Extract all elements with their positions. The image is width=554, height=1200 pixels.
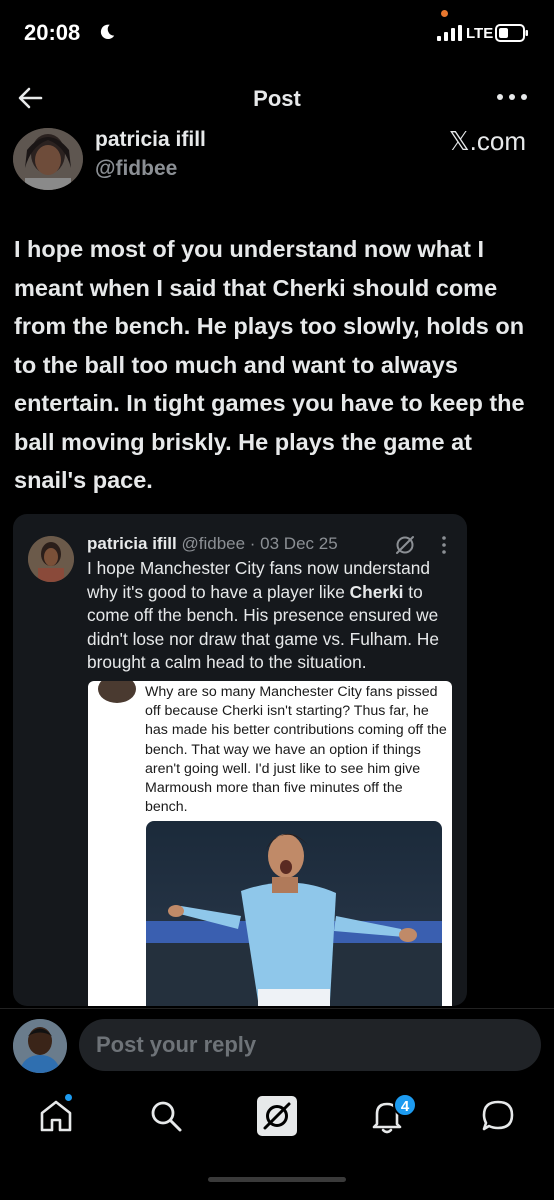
page-title: Post: [253, 86, 301, 111]
home-indicator[interactable]: [208, 1177, 346, 1182]
grok-icon[interactable]: [256, 1095, 298, 1137]
embedded-avatar: [98, 681, 136, 703]
current-user-avatar[interactable]: [13, 1019, 67, 1073]
reply-input[interactable]: [79, 1019, 541, 1071]
messages-icon[interactable]: [478, 1096, 518, 1136]
quoted-more-icon[interactable]: [441, 535, 447, 555]
current-user-avatar-image: [13, 1019, 67, 1073]
notifications-badge: 4: [393, 1093, 417, 1117]
do-not-disturb-moon-icon: [100, 24, 115, 40]
source-watermark: 𝕏.com: [448, 126, 526, 156]
bottom-tab-bar: [0, 1084, 554, 1150]
quoted-avatar-image: [28, 536, 74, 582]
quoted-text-bold: Cherki: [349, 581, 404, 602]
more-options-icon[interactable]: [496, 92, 528, 102]
cellular-signal-icon: [437, 25, 462, 41]
embedded-player-photo[interactable]: [146, 821, 442, 1006]
network-type: LTE: [466, 25, 494, 42]
search-icon[interactable]: [146, 1096, 186, 1136]
status-bar: 20:08 LTE: [0, 0, 554, 66]
author-name[interactable]: patricia ifill: [95, 128, 206, 152]
post-body-text: I hope most of you understand now what I…: [14, 236, 525, 493]
home-new-posts-dot: [65, 1094, 72, 1101]
embedded-screenshot[interactable]: Why are so many Manchester City fans pis…: [88, 681, 452, 1006]
reply-bar: [0, 1008, 554, 1084]
embedded-post-text: Why are so many Manchester City fans pis…: [145, 684, 447, 816]
author-handle[interactable]: @fidbee: [95, 157, 177, 181]
grok-slash-icon[interactable]: [394, 534, 416, 556]
top-navigation: Post: [0, 76, 554, 120]
celebrating-player-image: [146, 821, 442, 1006]
battery-icon: [495, 24, 528, 42]
author-avatar-image: [13, 128, 83, 190]
author-avatar[interactable]: [13, 128, 83, 190]
quoted-meta: @fidbee · 03 Dec 25: [181, 534, 338, 553]
status-time: 20:08: [24, 20, 81, 45]
privacy-indicator-dot: [441, 10, 448, 17]
quoted-post-card[interactable]: patricia ifill @fidbee · 03 Dec 25 I hop…: [13, 514, 467, 1006]
home-icon[interactable]: [36, 1096, 76, 1136]
quoted-post-text: I hope Manchester City fans now understa…: [87, 557, 459, 675]
quoted-author-avatar[interactable]: [28, 536, 74, 582]
quoted-author-name[interactable]: patricia ifill: [87, 534, 177, 553]
quoted-author-line: patricia ifill @fidbee · 03 Dec 25: [87, 534, 338, 554]
